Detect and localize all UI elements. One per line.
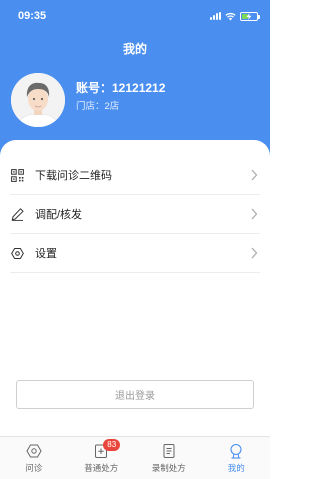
account-number: 账号：12121212: [76, 81, 166, 95]
chevron-right-icon: [251, 247, 258, 259]
signal-icon: [210, 12, 221, 20]
menu-list: 下载问诊二维码 调配/核发 设置: [0, 156, 270, 273]
menu-item-label: 调配/核发: [35, 209, 83, 221]
qr-code-icon: [10, 168, 24, 182]
tab-consult[interactable]: 问诊: [0, 437, 68, 479]
tab-record[interactable]: 录制处方: [135, 437, 203, 479]
avatar-illustration: [11, 73, 65, 127]
tab-label: 我的: [227, 463, 245, 473]
wifi-icon: [225, 12, 236, 20]
prescription-count-badge: 83: [103, 439, 121, 451]
status-icons: [210, 10, 260, 22]
menu-item-dispense[interactable]: 调配/核发: [0, 195, 270, 233]
tab-label: 普通处方: [84, 463, 119, 473]
record-icon: [161, 443, 177, 459]
status-time: 09:35: [18, 10, 47, 22]
menu-item-label: 下载问诊二维码: [35, 170, 112, 182]
chevron-right-icon: [251, 169, 258, 181]
battery-icon: [240, 11, 260, 21]
chevron-right-icon: [251, 208, 258, 220]
tab-label: 问诊: [25, 463, 43, 473]
tab-bar: 问诊 83 普通处方 录制处方 我的: [0, 436, 270, 479]
profile-icon: [228, 443, 244, 459]
status-bar: 09:35: [0, 0, 270, 30]
menu-item-download-qr[interactable]: 下载问诊二维码: [0, 156, 270, 194]
menu-item-settings[interactable]: 设置: [0, 234, 270, 272]
settings-icon: [10, 246, 24, 260]
tab-profile[interactable]: 我的: [203, 437, 271, 479]
page-title: 我的: [122, 42, 147, 56]
divider: [10, 272, 260, 273]
avatar[interactable]: [11, 73, 65, 127]
store-name: 门店：2店: [76, 101, 120, 112]
pen-icon: [10, 207, 24, 221]
logout-button[interactable]: 退出登录: [16, 380, 254, 409]
menu-item-label: 设置: [35, 248, 57, 260]
tab-prescription[interactable]: 83 普通处方: [68, 437, 136, 479]
tab-label: 录制处方: [151, 463, 186, 473]
consult-icon: [26, 443, 42, 459]
